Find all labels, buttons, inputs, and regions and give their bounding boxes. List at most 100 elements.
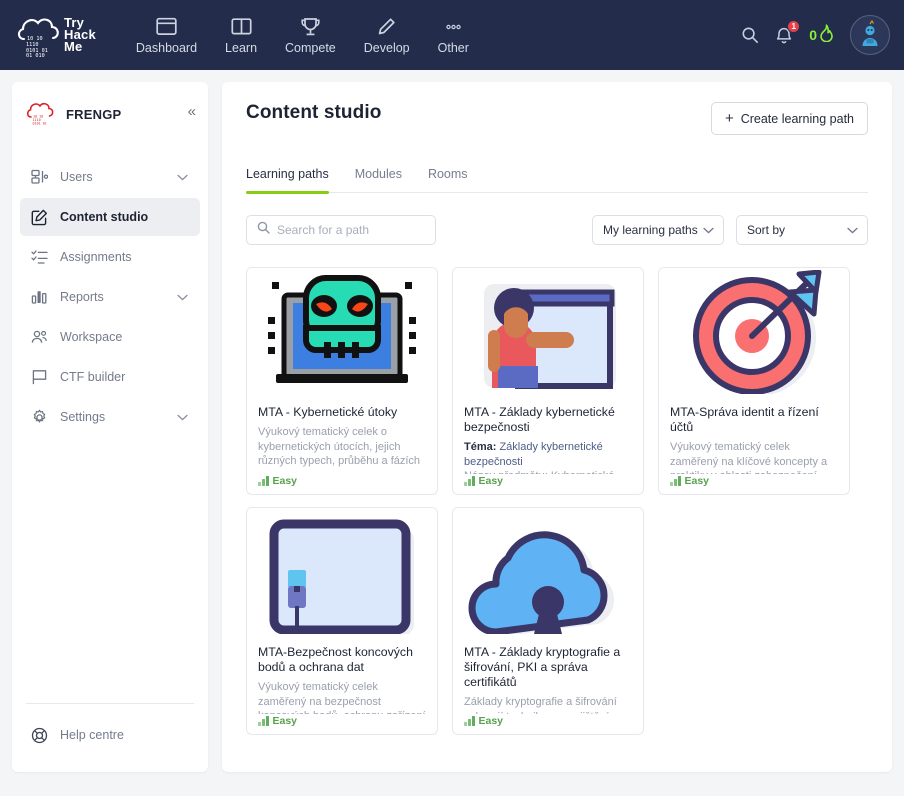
- sidebar-item-ctf-builder[interactable]: CTF builder: [20, 358, 200, 396]
- pencil-icon: [376, 16, 397, 38]
- card-title: MTA - Základy kybernetické bezpečnosti: [464, 405, 615, 434]
- search-icon[interactable]: [741, 26, 759, 44]
- sidebar-item-assignments-label: Assignments: [60, 250, 132, 264]
- learning-path-card[interactable]: MTA - Základy kybernetické bezpečnosti T…: [452, 267, 644, 495]
- chevron-double-left-icon[interactable]: «: [188, 104, 196, 119]
- brand-line-3: Me: [64, 39, 83, 54]
- flag-icon: [30, 369, 48, 385]
- edit-square-icon: [30, 209, 48, 226]
- search-input[interactable]: [277, 223, 425, 237]
- card-body: MTA-Bezpečnost koncových bodů a ochrana …: [247, 636, 437, 734]
- presenter-whiteboard-illustration: [453, 268, 643, 396]
- org-cloud-logo-icon: 10 10 1110 0101 01: [26, 100, 56, 128]
- sidebar-item-workspace[interactable]: Workspace: [20, 318, 200, 356]
- card-description: Výukový tematický celek o kybernetických…: [258, 426, 421, 467]
- top-nav-right-actions: 1 0: [741, 0, 890, 70]
- card-body: MTA - Základy kybernetické bezpečnosti T…: [453, 396, 643, 494]
- card-footer: Easy: [464, 474, 632, 494]
- nav-item-develop[interactable]: Develop: [350, 12, 424, 59]
- chevron-down-icon[interactable]: [177, 290, 188, 304]
- sidebar-item-workspace-label: Workspace: [60, 330, 123, 344]
- nav-item-compete-label: Compete: [285, 40, 336, 55]
- difficulty-bars-icon: [258, 716, 269, 726]
- bell-icon[interactable]: 1: [775, 19, 801, 45]
- sidebar-item-assignments[interactable]: Assignments: [20, 238, 200, 276]
- learning-path-card[interactable]: MTA-Správa identit a řízení účtů Výukový…: [658, 267, 850, 495]
- learning-path-card[interactable]: MTA - Kybernetické útoky Výukový tematic…: [246, 267, 438, 495]
- sidebar-item-content-studio[interactable]: Content studio: [20, 198, 200, 236]
- nav-item-dashboard[interactable]: Dashboard: [122, 12, 211, 59]
- page-title: Content studio: [246, 102, 382, 123]
- card-footer: Easy: [258, 714, 426, 734]
- cloud-keyhole-illustration: [453, 508, 643, 636]
- filters-row: My learning paths Sort by: [246, 215, 868, 245]
- content-tabs: Learning paths Modules Rooms: [246, 167, 868, 194]
- lifebuoy-icon: [30, 727, 48, 744]
- sidebar-item-users-label: Users: [60, 170, 93, 184]
- people-group-icon: [30, 329, 48, 345]
- nav-item-compete[interactable]: Compete: [271, 12, 350, 59]
- learning-path-grid: MTA - Kybernetické útoky Výukový tematic…: [246, 267, 868, 735]
- tab-learning-paths[interactable]: Learning paths: [246, 167, 329, 194]
- chevron-down-icon: [703, 223, 714, 237]
- ellipsis-icon: [443, 16, 464, 38]
- sort-by-select[interactable]: Sort by: [736, 215, 868, 245]
- nav-item-learn[interactable]: Learn: [211, 12, 271, 59]
- difficulty-label: Easy: [684, 475, 710, 487]
- avatar[interactable]: [850, 15, 890, 55]
- card-footer: Easy: [464, 714, 632, 734]
- top-navigation-bar: 10 10 1110 0101 01 01 010 Try Hack Me Da…: [0, 0, 904, 70]
- cloud-logo-icon: 10 10 1110 0101 01 01 010: [16, 13, 64, 59]
- search-path-box[interactable]: [246, 215, 436, 245]
- sidebar-nav: Users Content studio Assignments Reports…: [12, 158, 208, 436]
- list-checks-icon: [30, 249, 48, 265]
- nav-item-develop-label: Develop: [363, 40, 410, 55]
- top-nav-items: Dashboard Learn Compete Develop Other: [122, 12, 483, 59]
- card-description-label: Téma:: [464, 441, 497, 453]
- chevron-down-icon[interactable]: [177, 170, 188, 184]
- bar-chart-icon: [30, 289, 48, 305]
- card-body: MTA-Správa identit a řízení účtů Výukový…: [659, 396, 849, 494]
- difficulty-bars-icon: [258, 476, 269, 486]
- difficulty-label: Easy: [272, 715, 298, 727]
- chevron-down-icon: [847, 223, 858, 237]
- nav-item-other-label: Other: [437, 40, 469, 55]
- create-learning-path-button[interactable]: + Create learning path: [710, 102, 868, 135]
- sidebar-item-reports-label: Reports: [60, 290, 104, 304]
- flame-icon: [819, 23, 834, 47]
- sidebar-item-settings[interactable]: Settings: [20, 398, 200, 436]
- difficulty-label: Easy: [478, 715, 504, 727]
- learning-path-card[interactable]: MTA-Bezpečnost koncových bodů a ochrana …: [246, 507, 438, 735]
- nav-item-other[interactable]: Other: [424, 12, 483, 59]
- tab-rooms[interactable]: Rooms: [428, 167, 468, 192]
- target-arrow-illustration: [659, 268, 849, 396]
- sidebar-item-reports[interactable]: Reports: [20, 278, 200, 316]
- sidebar-item-content-studio-label: Content studio: [60, 210, 149, 224]
- sidebar: 10 10 1110 0101 01 FRENGP « Users Conten…: [12, 82, 208, 772]
- tab-modules[interactable]: Modules: [355, 167, 402, 192]
- search-icon: [257, 221, 270, 239]
- nav-item-dashboard-label: Dashboard: [135, 40, 198, 55]
- create-learning-path-label: Create learning path: [740, 111, 854, 126]
- sidebar-item-help-centre[interactable]: Help centre: [20, 716, 200, 754]
- difficulty-label: Easy: [272, 475, 298, 487]
- sidebar-item-ctf-builder-label: CTF builder: [60, 370, 126, 384]
- brand-wordmark: Try Hack Me: [64, 16, 96, 54]
- svg-text:0101 01: 0101 01: [33, 122, 47, 126]
- svg-text:01 010: 01 010: [26, 53, 45, 57]
- my-learning-paths-select[interactable]: My learning paths: [592, 215, 724, 245]
- learning-path-card[interactable]: MTA - Základy kryptografie a šifrování, …: [452, 507, 644, 735]
- sidebar-item-settings-label: Settings: [60, 410, 106, 424]
- difficulty-bars-icon: [670, 476, 681, 486]
- sidebar-item-users[interactable]: Users: [20, 158, 200, 196]
- chevron-down-icon[interactable]: [177, 410, 188, 424]
- card-footer: Easy: [670, 474, 838, 494]
- card-title: MTA-Bezpečnost koncových bodů a ochrana …: [258, 645, 413, 674]
- tryhackme-logo[interactable]: 10 10 1110 0101 01 01 010 Try Hack Me: [16, 13, 96, 59]
- card-footer: Easy: [258, 474, 426, 494]
- sidebar-footer: Help centre: [12, 704, 208, 772]
- main-header: Content studio + Create learning path: [246, 102, 868, 135]
- streak-counter[interactable]: 0: [809, 23, 834, 47]
- users-icon: [30, 169, 48, 185]
